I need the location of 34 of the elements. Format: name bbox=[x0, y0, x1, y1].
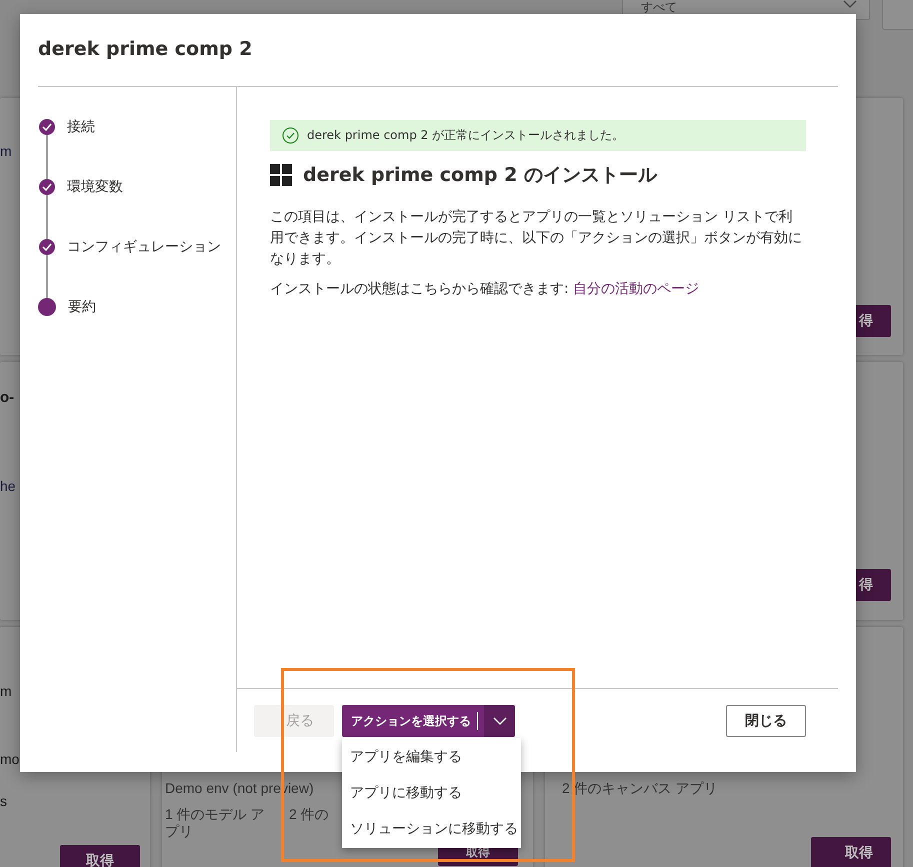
card-text: m bbox=[0, 682, 12, 700]
step-label: 接続 bbox=[67, 118, 95, 136]
step-connector bbox=[46, 135, 48, 179]
get-button[interactable]: 取得 bbox=[60, 845, 140, 867]
card-text: 1 件のモデル アプリ bbox=[165, 806, 266, 840]
description-text: この項目は、インストールが完了するとアプリの一覧とソリューション リストで利用できます。インストールの完了時に、以下の「アクションの選択」ボタンが有効になります。 bbox=[270, 208, 803, 269]
grid-icon bbox=[270, 164, 292, 186]
card-text: s bbox=[0, 792, 7, 810]
menu-item[interactable]: ソリューションに移動する bbox=[342, 812, 521, 846]
menu-item[interactable]: アプリを編集する bbox=[342, 740, 521, 774]
step-connector bbox=[46, 195, 48, 239]
banner-text: derek prime comp 2 が正常にインストールされました。 bbox=[307, 127, 624, 144]
link-text[interactable]: he bbox=[0, 477, 16, 495]
section-heading: derek prime comp 2 のインストール bbox=[303, 163, 657, 188]
card-text: 2 件の bbox=[289, 806, 329, 824]
step-connector bbox=[46, 255, 48, 299]
step-label: 環境変数 bbox=[67, 178, 123, 196]
step-label: 要約 bbox=[68, 298, 96, 316]
chevron-down-icon bbox=[492, 717, 506, 725]
card-text: 2 件のキャンバス アプリ bbox=[562, 780, 718, 798]
menu-item[interactable]: アプリに移動する bbox=[342, 776, 521, 810]
action-button[interactable]: アクションを選択する bbox=[342, 705, 484, 737]
dialog-title: derek prime comp 2 bbox=[38, 38, 252, 60]
activity-link[interactable]: 自分の活動のページ bbox=[573, 281, 700, 297]
step-label: コンフィギュレーション bbox=[67, 238, 221, 256]
get-button[interactable]: 取得 bbox=[811, 837, 891, 867]
status-text: インストールの状態はこちらから確認できます: bbox=[270, 281, 569, 297]
card-text: o- bbox=[0, 389, 14, 407]
card-text: mo bbox=[0, 750, 20, 768]
close-button[interactable]: 閉じる bbox=[726, 705, 806, 737]
link-text[interactable]: m bbox=[0, 142, 12, 160]
chevron-down-icon bbox=[843, 0, 857, 8]
check-circle-icon bbox=[282, 127, 299, 144]
dropdown-button[interactable] bbox=[484, 705, 515, 737]
